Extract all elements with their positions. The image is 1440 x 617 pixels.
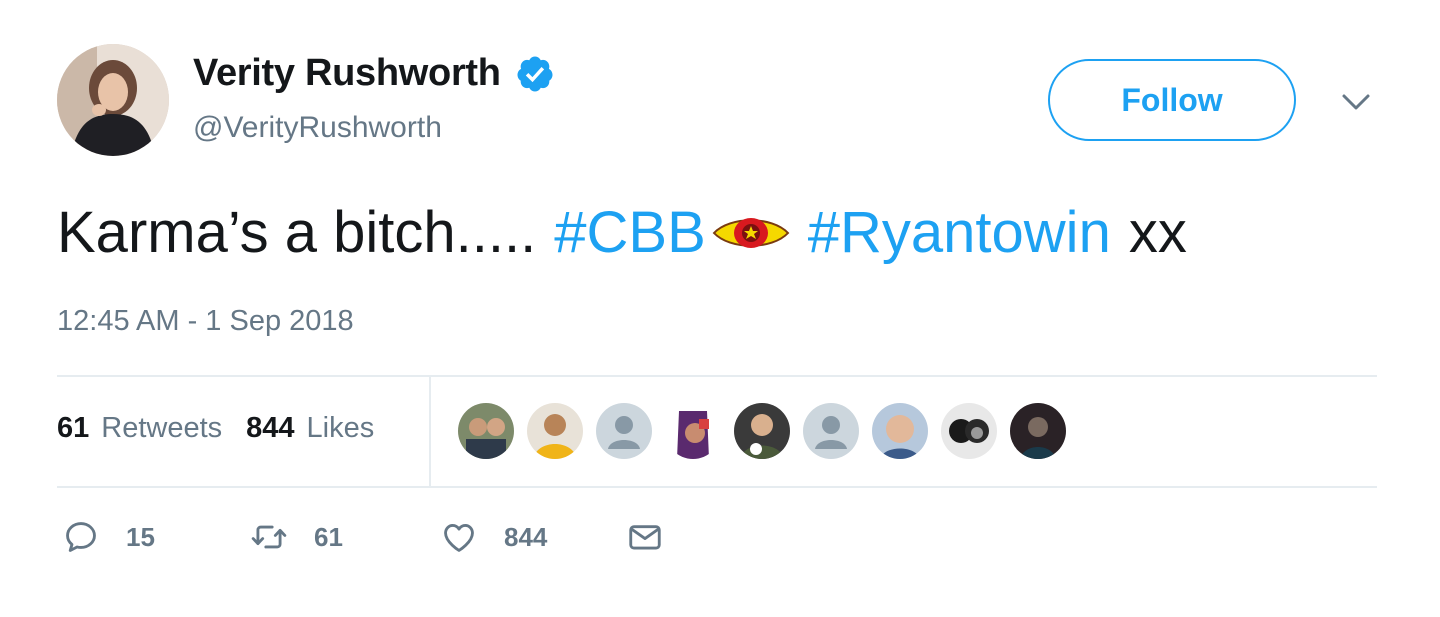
retweet-icon bbox=[251, 525, 287, 549]
retweet-count: 61 bbox=[314, 521, 343, 552]
retweets-stat[interactable]: 61 Retweets bbox=[57, 412, 222, 445]
tweet-timestamp[interactable]: 12:45 AM - 1 Sep 2018 bbox=[57, 305, 354, 338]
likes-count: 844 bbox=[246, 412, 295, 444]
like-button[interactable]: 844 bbox=[440, 518, 626, 556]
liker-avatar[interactable] bbox=[734, 403, 790, 459]
user-handle[interactable]: @VerityRushworth bbox=[193, 111, 442, 145]
follow-button[interactable]: Follow bbox=[1048, 59, 1296, 141]
avatar[interactable] bbox=[57, 44, 169, 156]
hashtag-ryantowin[interactable]: #Ryantowin bbox=[808, 199, 1111, 266]
reply-icon bbox=[66, 522, 96, 552]
hashtag-cbb[interactable]: #CBB bbox=[554, 199, 706, 266]
like-count: 844 bbox=[504, 521, 548, 552]
verified-badge-icon bbox=[517, 56, 553, 91]
likes-stat[interactable]: 844 Likes bbox=[246, 412, 374, 445]
liker-avatar[interactable] bbox=[458, 403, 514, 459]
direct-message-button[interactable] bbox=[626, 518, 664, 556]
display-name[interactable]: Verity Rushworth bbox=[193, 52, 501, 95]
tweet-text-end: xx bbox=[1128, 200, 1187, 265]
name-row: Verity Rushworth bbox=[193, 52, 555, 95]
divider-vertical bbox=[429, 376, 431, 486]
tweet-actions: 15 61 844 bbox=[62, 518, 664, 556]
liker-avatar[interactable] bbox=[1010, 403, 1066, 459]
tweet-text: Karma’s a bitch..... #CBB #Ryantowin xx bbox=[57, 199, 1187, 266]
liker-avatar-default[interactable] bbox=[596, 403, 652, 459]
liker-avatar[interactable] bbox=[941, 403, 997, 459]
cbb-eye-icon bbox=[712, 217, 790, 248]
retweet-button[interactable]: 61 bbox=[250, 518, 440, 556]
reply-button[interactable]: 15 bbox=[62, 518, 250, 556]
reply-count: 15 bbox=[126, 521, 155, 552]
envelope-icon bbox=[629, 525, 661, 550]
liker-avatar[interactable] bbox=[872, 403, 928, 459]
liker-avatars bbox=[458, 403, 1079, 459]
chevron-down-icon[interactable] bbox=[1340, 90, 1372, 114]
divider-bottom bbox=[57, 486, 1377, 488]
profile-photo-icon bbox=[57, 44, 169, 156]
liker-avatar[interactable] bbox=[527, 403, 583, 459]
divider-top bbox=[57, 375, 1377, 377]
retweets-label: Retweets bbox=[101, 412, 223, 444]
retweets-count: 61 bbox=[57, 412, 90, 444]
likes-label: Likes bbox=[306, 412, 375, 444]
liker-avatar[interactable] bbox=[665, 403, 721, 459]
heart-icon bbox=[444, 524, 474, 552]
liker-avatar-default[interactable] bbox=[803, 403, 859, 459]
tweet-text-start: Karma’s a bitch..... bbox=[57, 200, 537, 265]
tweet-stats: 61 Retweets 844 Likes bbox=[57, 412, 398, 445]
